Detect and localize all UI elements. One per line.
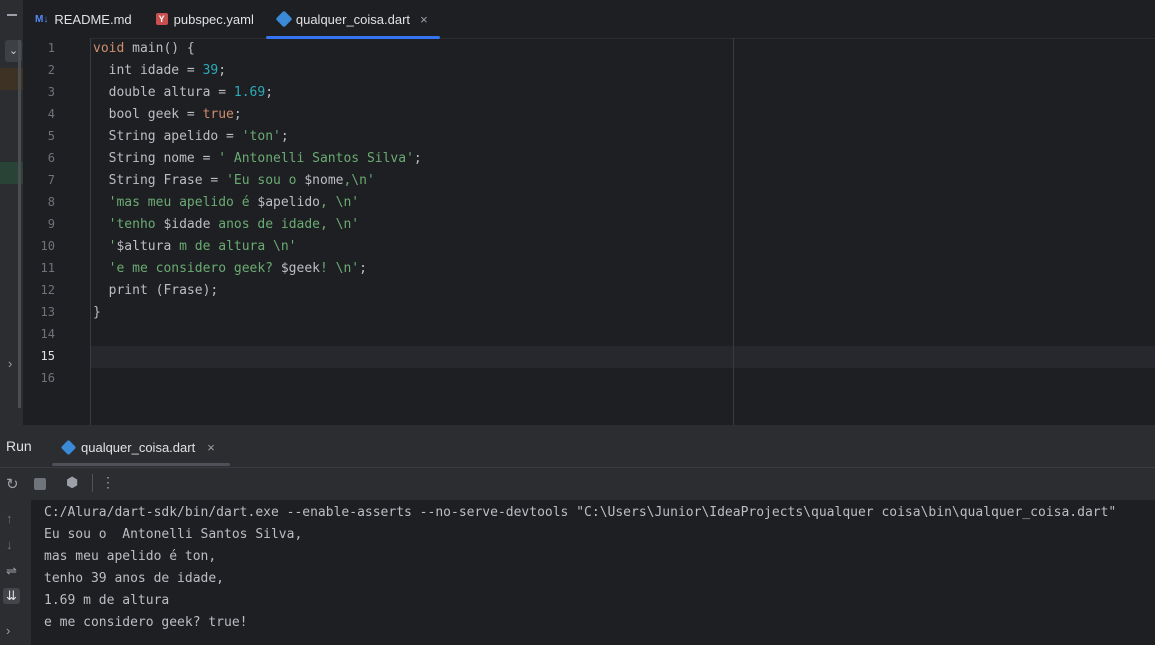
code-line[interactable]: 'tenho $idade anos de idade, \n' (93, 214, 360, 236)
arrow-down-icon[interactable]: ↓ (6, 537, 13, 552)
markdown-icon: M↓ (35, 13, 49, 25)
editor-tabs: M↓ README.md Y pubspec.yaml qualquer_coi… (23, 0, 1155, 39)
dart-file-icon (60, 439, 77, 455)
tab-readme[interactable]: M↓ README.md (23, 0, 144, 38)
close-icon[interactable]: × (207, 440, 215, 455)
code-line[interactable]: String Frase = 'Eu sou o $nome,\n' (93, 170, 375, 192)
left-scrollbar[interactable] (18, 40, 21, 408)
scroll-to-end-icon[interactable]: ⇊ (3, 588, 20, 604)
run-tab-qualquer-coisa[interactable]: qualquer_coisa.dart × (52, 428, 230, 466)
run-panel-title: Run (6, 438, 32, 454)
more-options-icon[interactable]: ⋮ (101, 474, 115, 491)
yaml-icon: Y (155, 13, 168, 25)
tab-label: pubspec.yaml (173, 11, 254, 27)
line-number: 7 (47, 173, 55, 187)
tab-label: qualquer_coisa.dart (295, 11, 411, 27)
console-line: 1.69 m de altura (44, 593, 170, 608)
dart-file-icon (275, 10, 293, 28)
line-number-gutter: 1 2 3 4 5 6 7 8 9 10 11 12 13 14 15 16 (23, 38, 91, 425)
line-number: 5 (47, 129, 55, 143)
line-number: 14 (40, 327, 55, 341)
console-line: mas meu apelido é ton, (44, 549, 217, 564)
run-toolbar (0, 467, 1155, 501)
stop-icon[interactable] (34, 478, 46, 490)
current-line-highlight (91, 346, 1155, 368)
code-line[interactable]: String nome = ' Antonelli Santos Silva'; (93, 148, 422, 170)
line-number: 1 (47, 41, 55, 55)
tab-pubspec[interactable]: Y pubspec.yaml (144, 0, 266, 38)
code-line[interactable]: 'mas meu apelido é $apelido, \n' (93, 192, 360, 214)
line-number: 16 (40, 371, 55, 385)
close-icon[interactable]: × (420, 12, 428, 27)
code-line[interactable]: String apelido = 'ton'; (93, 126, 289, 148)
tab-label: README.md (54, 11, 132, 27)
code-line[interactable]: print (Frase); (93, 280, 219, 302)
run-tab-label: qualquer_coisa.dart (81, 439, 196, 455)
code-line[interactable]: 'e me considero geek? $geek! \n'; (93, 258, 367, 280)
code-line[interactable]: int idade = 39; (93, 60, 226, 82)
line-number: 3 (47, 85, 55, 99)
line-number-current: 15 (40, 349, 55, 363)
line-number: 9 (47, 217, 55, 231)
right-margin-guide (733, 38, 734, 425)
arrow-up-icon[interactable]: ↑ (6, 511, 13, 526)
minimize-icon[interactable] (7, 14, 17, 16)
console-line: Eu sou o Antonelli Santos Silva, (44, 527, 303, 542)
code-line[interactable]: double altura = 1.69; (93, 82, 273, 104)
tab-qualquer-coisa[interactable]: qualquer_coisa.dart × (265, 0, 440, 39)
chevron-right-icon[interactable]: › (6, 623, 10, 638)
code-line[interactable]: bool geek = true; (93, 104, 242, 126)
line-number: 12 (40, 283, 55, 297)
line-number: 13 (40, 305, 55, 319)
chevron-right-icon[interactable]: › (8, 356, 12, 371)
debug-icon[interactable]: ⬢ (66, 474, 78, 491)
toolbar-separator (92, 474, 93, 492)
code-line[interactable]: } (93, 302, 101, 324)
rerun-icon[interactable]: ↻ (6, 475, 19, 493)
line-number: 8 (47, 195, 55, 209)
console-line: e me considero geek? true! (44, 615, 248, 630)
line-number: 4 (47, 107, 55, 121)
code-line[interactable]: void main() { (93, 38, 195, 60)
console-line: tenho 39 anos de idade, (44, 571, 225, 586)
soft-wrap-icon[interactable]: ⇌ (6, 563, 17, 579)
line-number: 11 (40, 261, 55, 275)
line-number: 6 (47, 151, 55, 165)
line-number: 2 (47, 63, 55, 77)
console-line: C:/Alura/dart-sdk/bin/dart.exe --enable-… (44, 505, 1117, 520)
code-line[interactable]: '$altura m de altura \n' (93, 236, 297, 258)
line-number: 10 (40, 239, 55, 253)
